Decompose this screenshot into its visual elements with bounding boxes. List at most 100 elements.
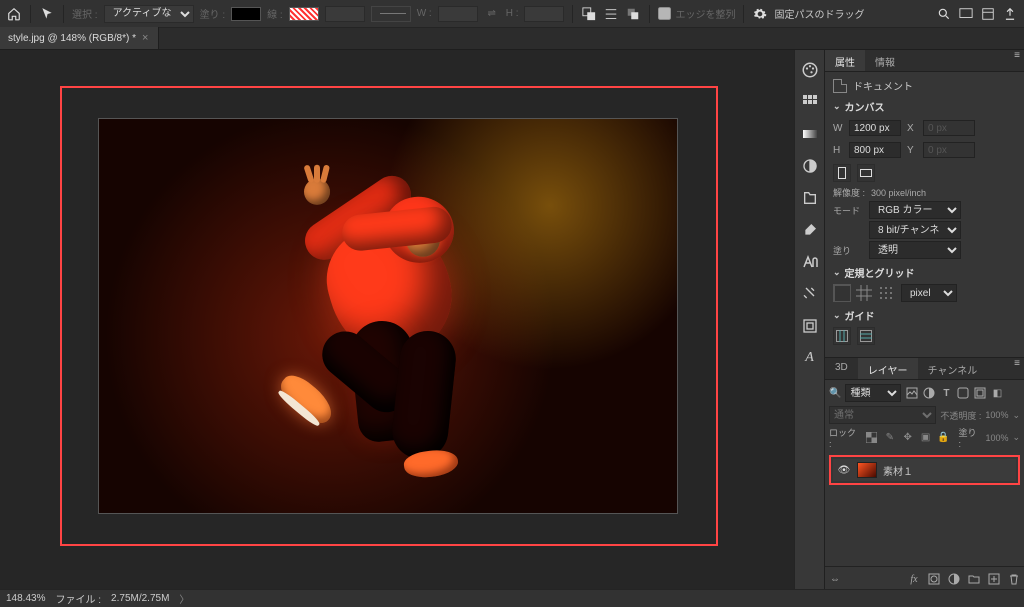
- canvas-height-input[interactable]: [849, 142, 901, 158]
- lock-label: ロック :: [829, 426, 861, 449]
- section-canvas[interactable]: ⌄カンバス: [833, 99, 1016, 114]
- guides-horiz-icon[interactable]: [857, 327, 875, 345]
- width-input[interactable]: [438, 6, 478, 22]
- gradients-panel-icon[interactable]: [800, 124, 820, 144]
- layer-item[interactable]: 👁 素材１: [833, 459, 1016, 481]
- layer-name[interactable]: 素材１: [883, 463, 913, 478]
- link-wh-icon[interactable]: ⇌: [484, 6, 500, 22]
- orientation-portrait-icon[interactable]: [833, 164, 851, 182]
- tab-channels[interactable]: チャンネル: [918, 358, 988, 379]
- lock-transparency-icon[interactable]: [865, 431, 879, 445]
- canvas-x-input[interactable]: [923, 120, 975, 136]
- close-tab-icon[interactable]: ×: [142, 32, 148, 44]
- canvas-area[interactable]: [0, 50, 794, 589]
- stroke-swatch[interactable]: [289, 7, 319, 21]
- grid-icon[interactable]: [855, 284, 873, 302]
- section-rulers-grid[interactable]: ⌄定規とグリッド: [833, 265, 1016, 280]
- adjustment-layer-icon[interactable]: [946, 571, 962, 587]
- filter-shape-icon[interactable]: [956, 386, 970, 400]
- opacity-dropdown-icon[interactable]: ⌄: [1012, 410, 1020, 421]
- path-ops-icon[interactable]: [581, 6, 597, 22]
- layer-visibility-icon[interactable]: 👁: [837, 465, 851, 476]
- select-label: 選択 :: [72, 6, 98, 21]
- background-fill-select[interactable]: 透明: [869, 241, 961, 259]
- zoom-level[interactable]: 148.43%: [6, 593, 45, 604]
- rulers-unit-select[interactable]: pixel: [901, 284, 957, 302]
- height-input[interactable]: [524, 6, 564, 22]
- align-edges-checkbox[interactable]: エッジを整列: [658, 6, 735, 21]
- tab-properties[interactable]: 属性: [825, 50, 865, 71]
- section-guides[interactable]: ⌄ガイド: [833, 308, 1016, 323]
- blend-mode-select[interactable]: 通常: [829, 406, 936, 424]
- artboard[interactable]: [98, 118, 678, 514]
- home-icon[interactable]: [6, 6, 22, 22]
- color-mode-select[interactable]: RGB カラー: [869, 201, 961, 219]
- bit-depth-select[interactable]: 8 bit/チャンネル: [869, 221, 961, 239]
- filter-type-icon[interactable]: T: [939, 386, 953, 400]
- canvas-y-input[interactable]: [923, 142, 975, 158]
- filter-pixel-icon[interactable]: [905, 386, 919, 400]
- filter-smart-icon[interactable]: [973, 386, 987, 400]
- grid-dotted-icon[interactable]: [877, 284, 895, 302]
- search-icon[interactable]: [936, 6, 952, 22]
- fill-swatch[interactable]: [231, 7, 261, 21]
- delete-layer-icon[interactable]: [1006, 571, 1022, 587]
- history-panel-icon[interactable]: [800, 316, 820, 336]
- gear-icon[interactable]: [752, 6, 768, 22]
- character-panel-icon[interactable]: A: [800, 348, 820, 368]
- swatches-panel-icon[interactable]: [800, 92, 820, 112]
- workspace-icon[interactable]: [980, 6, 996, 22]
- layer-fill-value[interactable]: 100%: [985, 433, 1008, 443]
- adjustments-panel-icon[interactable]: [800, 156, 820, 176]
- layer-fill-label: 塗り :: [959, 426, 982, 449]
- layer-filter-type-select[interactable]: 種類: [845, 384, 901, 402]
- share-icon[interactable]: [1002, 6, 1018, 22]
- tab-info[interactable]: 情報: [865, 50, 905, 71]
- guides-icon[interactable]: [833, 327, 851, 345]
- resolution-label: 解像度 :: [833, 186, 865, 199]
- main-area: A 属性 情報 ≡ ドキュメント ⌄カンバス W X H Y: [0, 50, 1024, 589]
- document-type-label: ドキュメント: [853, 78, 913, 93]
- move-tool-icon[interactable]: [39, 6, 55, 22]
- lock-position-icon[interactable]: ✥: [901, 431, 915, 445]
- filter-search-icon[interactable]: 🔍: [829, 388, 841, 399]
- canvas-width-input[interactable]: [849, 120, 901, 136]
- panel-menu-icon[interactable]: ≡: [1014, 50, 1024, 71]
- filter-adjust-icon[interactable]: [922, 386, 936, 400]
- new-layer-icon[interactable]: [986, 571, 1002, 587]
- layer-thumbnail[interactable]: [857, 462, 877, 478]
- libraries-panel-icon[interactable]: [800, 188, 820, 208]
- select-layer-dropdown[interactable]: アクティブなレ…: [104, 5, 194, 23]
- screen-mode-icon[interactable]: [958, 6, 974, 22]
- layer-fx-icon[interactable]: fx: [906, 571, 922, 587]
- align-icon[interactable]: [603, 6, 619, 22]
- document-tab[interactable]: style.jpg @ 148% (RGB/8*) * ×: [0, 27, 159, 49]
- lock-all-icon[interactable]: 🔒: [937, 431, 951, 445]
- tab-layers[interactable]: レイヤー: [858, 358, 918, 379]
- stroke-style-dropdown[interactable]: [371, 6, 411, 22]
- tools-panel-icon[interactable]: [800, 284, 820, 304]
- layers-toolbar: ⇔ fx: [825, 566, 1024, 589]
- lock-pixels-icon[interactable]: ✎: [883, 431, 897, 445]
- tab-3d[interactable]: 3D: [825, 358, 858, 379]
- fill-dropdown-icon[interactable]: ⌄: [1012, 432, 1020, 443]
- layer-group-icon[interactable]: [966, 571, 982, 587]
- status-bar: 148.43% ファイル : 2.75M/2.75M 〉: [0, 589, 1024, 607]
- filter-toggle-icon[interactable]: ◧: [990, 386, 1004, 400]
- rulers-icon[interactable]: [833, 284, 851, 302]
- brushes-panel-icon[interactable]: [800, 220, 820, 240]
- link-layers-icon[interactable]: ⇔: [827, 571, 843, 587]
- stroke-width-input[interactable]: [325, 6, 365, 22]
- layers-panel-menu-icon[interactable]: ≡: [1014, 358, 1024, 379]
- opacity-value[interactable]: 100%: [985, 410, 1008, 420]
- annotation-layer-highlight: 👁 素材１: [829, 455, 1020, 485]
- orientation-landscape-icon[interactable]: [857, 164, 875, 182]
- status-more-icon[interactable]: 〉: [179, 591, 189, 606]
- layer-mask-icon[interactable]: [926, 571, 942, 587]
- collapsed-panel-dock: A: [794, 50, 824, 589]
- arrange-icon[interactable]: [625, 6, 641, 22]
- right-panels: 属性 情報 ≡ ドキュメント ⌄カンバス W X H Y 解像度: [824, 50, 1024, 589]
- color-panel-icon[interactable]: [800, 60, 820, 80]
- typography-panel-icon[interactable]: [800, 252, 820, 272]
- lock-artboard-icon[interactable]: ▣: [919, 431, 933, 445]
